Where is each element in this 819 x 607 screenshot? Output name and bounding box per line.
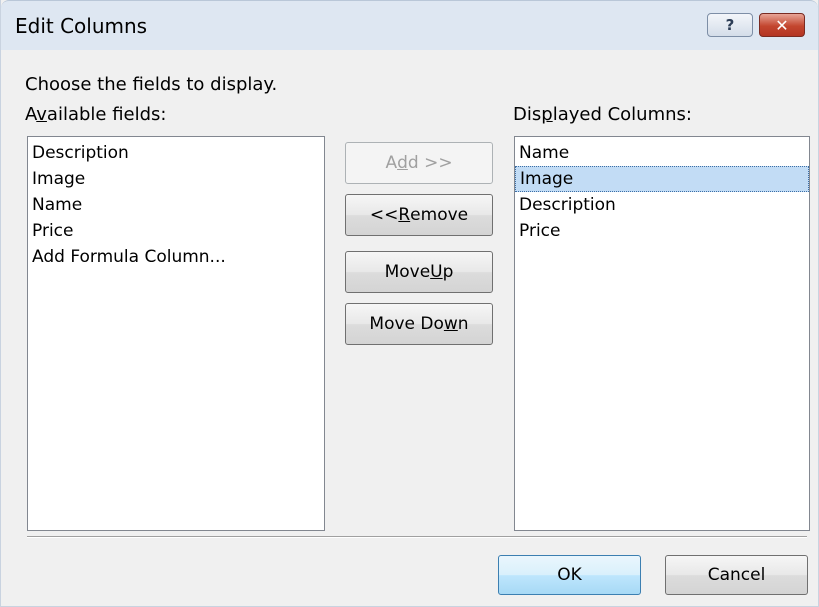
ok-button[interactable]: OK bbox=[498, 555, 641, 595]
list-item[interactable]: Image bbox=[515, 166, 809, 192]
close-icon: ✕ bbox=[775, 15, 789, 35]
list-item[interactable]: Add Formula Column... bbox=[28, 244, 324, 270]
displayed-columns-list[interactable]: Name Image Description Price bbox=[514, 136, 810, 531]
available-fields-list[interactable]: Description Image Name Price Add Formula Col… bbox=[27, 136, 325, 531]
help-button[interactable]: ? bbox=[707, 13, 753, 37]
add-button[interactable]: Add >> bbox=[345, 142, 493, 184]
move-up-button[interactable]: Move Up bbox=[345, 251, 493, 293]
list-item[interactable]: Image bbox=[28, 166, 324, 192]
remove-button[interactable]: << Remove bbox=[345, 194, 493, 236]
list-item[interactable]: Price bbox=[28, 218, 324, 244]
dialog-title: Edit Columns bbox=[15, 14, 148, 38]
available-fields-label: Available fields: bbox=[25, 104, 167, 125]
list-item[interactable]: Name bbox=[28, 192, 324, 218]
list-item[interactable]: Description bbox=[28, 140, 324, 166]
instructions-text: Choose the fields to display. bbox=[25, 74, 278, 95]
move-down-button[interactable]: Move Do w n bbox=[345, 303, 493, 345]
cancel-button[interactable]: Cancel bbox=[665, 555, 808, 595]
list-item[interactable]: Description bbox=[515, 192, 809, 218]
list-item[interactable]: Name bbox=[515, 140, 809, 166]
footer-separator bbox=[27, 536, 807, 538]
help-icon: ? bbox=[725, 16, 735, 34]
title-bar[interactable]: Edit Columns ? ✕ bbox=[1, 0, 818, 50]
list-item[interactable]: Price bbox=[515, 218, 809, 244]
edit-columns-dialog: Edit Columns ? ✕ Choose the fields to di… bbox=[0, 0, 819, 607]
close-button[interactable]: ✕ bbox=[759, 13, 805, 37]
displayed-columns-label: Displayed Columns: bbox=[513, 104, 692, 125]
